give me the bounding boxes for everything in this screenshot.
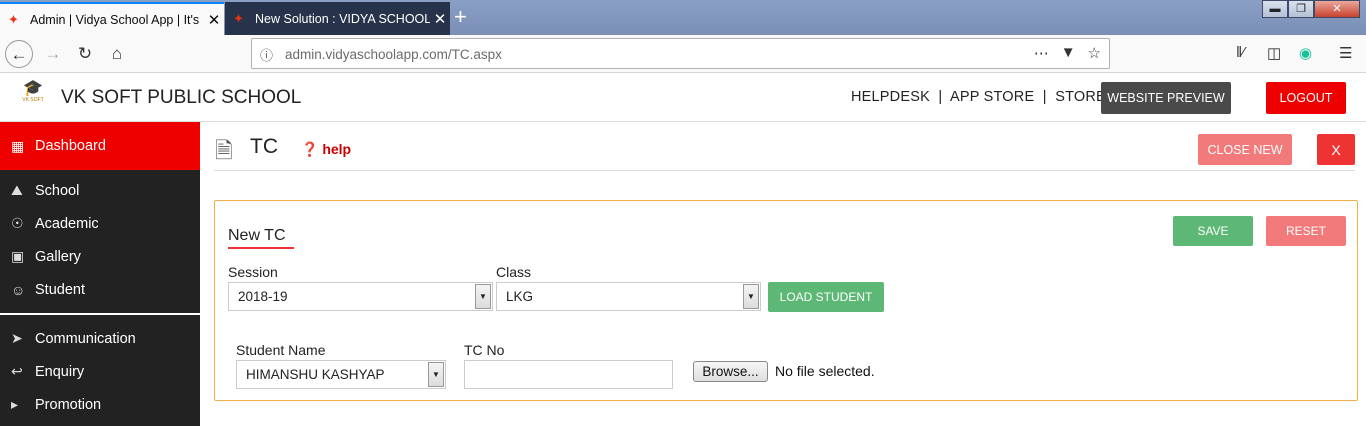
chevron-down-icon[interactable]: ▼ (743, 284, 759, 309)
reset-button[interactable]: RESET (1266, 216, 1346, 246)
tab-title: New Solution : VIDYA SCHOOL (255, 11, 430, 26)
chevron-down-icon[interactable]: ▼ (428, 362, 444, 387)
new-tc-panel: New TC SAVE RESET Session 2018-19 ▼ Clas… (214, 200, 1358, 401)
load-student-button[interactable]: LOAD STUDENT (768, 282, 884, 312)
save-button[interactable]: SAVE (1173, 216, 1253, 246)
page-actions-icon[interactable]: ⋯ (1034, 44, 1049, 62)
school-name: VK SOFT PUBLIC SCHOOL (61, 87, 302, 108)
sidebar-item-label: Enquiry (35, 363, 85, 380)
student-name-label: Student Name (236, 342, 326, 358)
sidebar-item-label: School (35, 182, 80, 199)
address-bar[interactable]: ⓘ admin.vidyaschoolapp.com/TC.aspx ⋯ ▼ ☆ (251, 38, 1110, 69)
certificate-icon: 🗎 (215, 138, 233, 163)
file-status: No file selected. (775, 363, 875, 379)
sidebar-item-student[interactable]: ☺ Student (0, 273, 200, 306)
sidebar-item-label: Gallery (35, 248, 81, 265)
tc-no-input[interactable] (464, 360, 673, 389)
grammarly-icon[interactable]: ◉ (1299, 44, 1312, 62)
close-button[interactable]: X (1317, 134, 1355, 165)
sidebar-item-academic[interactable]: ☉ Academic (0, 207, 200, 240)
sidebar-divider (0, 313, 200, 315)
sidebar-item-label: Student (35, 281, 85, 298)
library-icon[interactable]: ‖⁄ (1236, 44, 1245, 61)
reply-icon: ↩ (11, 363, 23, 379)
minimize-icon[interactable]: ▬ (1262, 0, 1288, 18)
question-circle-icon: ❓ (301, 141, 319, 157)
student-name-value: HIMANSHU KASHYAP (246, 367, 385, 382)
sidebar-item-label: Communication (35, 330, 136, 347)
divider (214, 170, 1355, 171)
reload-icon[interactable]: ↻ (71, 40, 99, 68)
forward-icon[interactable]: → (39, 40, 67, 68)
image-icon: ▣ (11, 248, 25, 264)
home-icon[interactable]: ⌂ (103, 40, 131, 68)
student-name-select[interactable]: HIMANSHU KASHYAP ▼ (236, 360, 446, 389)
new-tab-icon[interactable]: + (454, 4, 478, 30)
main-content: 🗎 TC ❓ help CLOSE NEW X New TC SAVE RESE… (200, 122, 1366, 426)
chevron-down-icon[interactable]: ▼ (475, 284, 491, 309)
tab-title: Admin | Vidya School App | It's (30, 12, 200, 27)
sidebar-item-label: Dashboard (35, 138, 106, 154)
panel-title-underline (228, 247, 294, 249)
window-controls: ▬ ❐ ✕ (1262, 0, 1360, 18)
class-value: LKG (506, 289, 534, 304)
close-tab-icon[interactable]: ✕ (430, 10, 450, 28)
app-favicon-icon: ✦ (8, 11, 19, 27)
menu-icon[interactable]: ☰ (1339, 44, 1352, 62)
site-info-icon[interactable]: ⓘ (260, 45, 273, 64)
pocket-icon[interactable]: ▼ (1061, 44, 1076, 62)
sidebar-item-label: Academic (35, 215, 99, 232)
session-label: Session (228, 264, 278, 280)
top-links[interactable]: HELPDESK | APP STORE | STORE (851, 89, 1106, 105)
megaphone-icon: ➤ (11, 330, 23, 346)
sidebar-item-communication[interactable]: ➤ Communication (0, 322, 200, 355)
browser-tab-admin[interactable]: ✦ Admin | Vidya School App | It's ✕ (0, 2, 224, 35)
sidebar-item-label: Promotion (35, 396, 102, 413)
school-logo: 🎓 VK SOFT (22, 80, 44, 104)
browser-tab-new-solution[interactable]: ✦ New Solution : VIDYA SCHOOL ✕ (225, 2, 450, 35)
bullhorn-icon: ▸ (11, 396, 19, 412)
app-header: 🎓 VK SOFT VK SOFT PUBLIC SCHOOL HELPDESK … (0, 73, 1366, 122)
session-select[interactable]: 2018-19 ▼ (228, 282, 493, 311)
sidebar-item-gallery[interactable]: ▣ Gallery (0, 240, 200, 273)
help-link[interactable]: ❓ help (301, 141, 351, 158)
browser-toolbar: ← → ↻ ⌂ ⓘ admin.vidyaschoolapp.com/TC.as… (0, 35, 1366, 73)
website-preview-button[interactable]: WEBSITE PREVIEW (1101, 82, 1231, 114)
app-favicon-icon: ✦ (233, 10, 244, 26)
sidebar: ▦ Dashboard ⛰ School ☉ Academic ▣ Galler… (0, 122, 200, 426)
logout-button[interactable]: LOGOUT (1266, 82, 1346, 114)
browser-tab-strip: ✦ Admin | Vidya School App | It's ✕ ✦ Ne… (0, 0, 1366, 35)
session-value: 2018-19 (238, 289, 288, 304)
class-select[interactable]: LKG ▼ (496, 282, 761, 311)
sidebar-item-enquiry[interactable]: ↩ Enquiry (0, 355, 200, 388)
close-tab-icon[interactable]: ✕ (204, 11, 224, 29)
school-icon: ⛰ (11, 182, 23, 198)
bookmark-star-icon[interactable]: ☆ (1088, 44, 1101, 62)
maximize-icon[interactable]: ❐ (1288, 0, 1314, 18)
student-icon: ☺ (11, 281, 26, 298)
sidebar-item-school[interactable]: ⛰ School (0, 174, 200, 207)
url-text: admin.vidyaschoolapp.com/TC.aspx (285, 47, 502, 62)
class-label: Class (496, 264, 532, 280)
sidebar-item-dashboard[interactable]: ▦ Dashboard (0, 122, 200, 170)
globe-icon: ☉ (11, 215, 24, 231)
close-new-button[interactable]: CLOSE NEW (1198, 134, 1292, 165)
window-close-icon[interactable]: ✕ (1314, 0, 1360, 18)
sidebar-item-promotion[interactable]: ▸ Promotion (0, 388, 200, 421)
page-title: TC (250, 135, 278, 158)
panel-title: New TC (228, 227, 286, 244)
tc-no-label: TC No (464, 342, 505, 358)
dashboard-icon: ▦ (11, 137, 25, 154)
browse-button[interactable]: Browse... (693, 361, 768, 382)
sidebar-toggle-icon[interactable]: ◫ (1267, 44, 1281, 62)
back-icon[interactable]: ← (5, 40, 33, 68)
